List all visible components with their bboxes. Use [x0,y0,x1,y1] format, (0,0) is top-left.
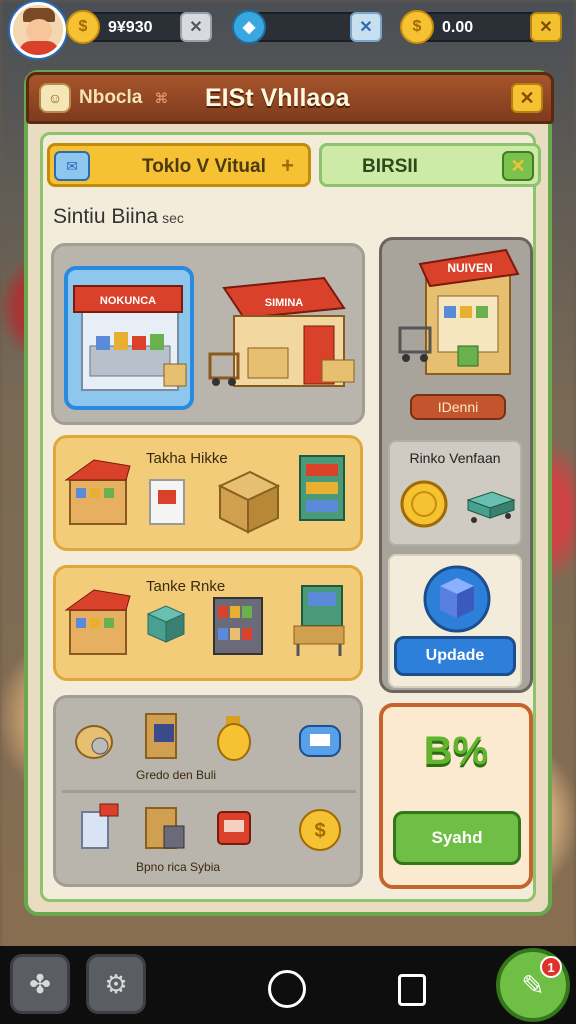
display-shelf-icon [299,455,345,521]
featured-shop-button[interactable]: IDenni [410,394,506,420]
vendor-info-card[interactable]: Rinko Venfaan [388,440,522,546]
red-package-icon[interactable] [212,806,256,850]
panel-title-left: ☺ Nbocla ⌘ [39,83,168,113]
tab-label: BIRSII [362,156,418,177]
bonus-percent-text: B% [423,729,489,773]
grid-divider [62,790,356,793]
cardboard-box-icon [217,470,281,534]
wrench-icon[interactable]: ✕ [180,12,212,42]
close-icon[interactable]: ✕ [502,151,534,181]
tab-label: Toklo V Vitual [142,156,266,177]
document-icon [149,479,185,525]
svg-text:$: $ [314,820,325,842]
storage-crate-icon[interactable] [140,802,190,856]
bottom-navigation: ✤ ⚙ ✎ 1 [0,946,576,1024]
bonus-card: B% Syahd [379,703,533,889]
recent-apps-button[interactable] [398,974,426,1006]
gold-medal-icon[interactable] [212,714,256,764]
stand-display-icon [293,585,345,656]
shelf-rack-icon [213,597,263,655]
market-stall-icon [64,459,131,525]
profile-icon: ☺ [39,83,71,113]
panel-content: ✉ Toklo V Vitual + BIRSII ✕ Sintiu Biina… [40,132,541,902]
section-title-small: sec [162,210,184,226]
delivery-cart-icon [466,491,516,523]
vendor-info-label: Rinko Venfaan [409,450,501,466]
section-title-text: Sintiu Biina [53,205,159,228]
shop-panel: ☺ Nbocla ⌘ EISt Vhllaoa ✕ ✉ Toklo V Vitu… [24,70,554,916]
grid-label-2: Bpno rica Sybia [136,860,221,874]
envelope-icon: ✉ [54,151,90,181]
shop-blue-item[interactable]: NOKUNCA [60,256,200,416]
gold-counter: $ 9¥930 ✕ [66,10,212,44]
resource-bar: $ 9¥930 ✕ ◆ ✕ $ 0.00 ✕ [0,0,576,60]
teal-box-icon [146,605,186,643]
puzzle-icon[interactable]: ✤ [10,954,70,1014]
panel-titlebar: ☺ Nbocla ⌘ EISt Vhllaoa ✕ [26,72,554,124]
panel-left-label: Nbocla [79,87,143,108]
settings-gear-icon[interactable]: ⚙ [86,954,146,1014]
product-card-2[interactable]: Tanke Rnke [53,565,363,681]
panel-title: EISt Vhllaoa [205,84,350,112]
market-stall-icon [64,589,131,655]
upgrade-button[interactable]: Updade [394,636,516,676]
panel-left-sub: ⌘ [154,89,169,106]
shop-selection-card: NOKUNCA SIMINA [51,243,365,425]
item-grid-card: Gredo den Buli $ Bpno rica Sybia [53,695,363,887]
section-title: Sintiu Biina sec [53,205,184,229]
product-card-1[interactable]: Takha Hikke [53,435,363,551]
home-button[interactable] [268,970,306,1008]
card-1-label: Takha Hikke [146,450,228,467]
gold-coin-icon: $ [66,10,100,44]
close-button[interactable]: ✕ [511,83,543,113]
chat-icon[interactable]: ✎ 1 [496,948,570,1022]
gold-value: 9¥930 [108,19,153,36]
upgrade-card: Updade [388,554,522,688]
gem-counter: ◆ ✕ [232,10,382,44]
cheese-wheel-icon[interactable] [72,718,116,762]
close-icon[interactable]: ✕ [530,12,562,42]
vending-machine-icon[interactable] [140,710,184,764]
shop1-sign: NOKUNCA [100,295,156,307]
notification-badge: 1 [540,956,562,978]
gold-coin-icon [400,480,448,528]
blue-gem-icon: ◆ [232,10,266,44]
featured-shop-sign: NUIVEN [447,261,492,275]
featured-shop-illustration: NUIVEN [398,248,520,375]
bonus-claim-button[interactable]: Syahd [393,811,521,865]
add-icon[interactable]: + [281,153,294,179]
tab-virtual-shop[interactable]: ✉ Toklo V Vitual + [47,143,311,187]
blue-cube-icon [423,565,491,633]
avatar-face [26,19,52,43]
cash-value: 0.00 [442,19,474,36]
avatar-shirt [19,41,59,55]
blue-ticket-icon[interactable] [294,720,344,764]
cash-counter: $ 0.00 ✕ [400,10,562,44]
shop2-sign: SIMINA [265,297,304,309]
shop-red-item[interactable]: SIMINA [204,268,364,418]
price-tag-icon[interactable] [76,802,120,856]
wrench-icon[interactable]: ✕ [350,12,382,42]
tab-secondary[interactable]: BIRSII ✕ [319,143,541,187]
gold-coin-icon: $ [400,10,434,44]
grid-label-1: Gredo den Buli [136,768,217,782]
player-avatar[interactable] [10,2,66,58]
featured-shop[interactable]: NUIVEN IDenni [386,244,526,436]
dollar-coin-icon[interactable]: $ [296,806,344,854]
featured-shop-column: NUIVEN IDenni Rinko Venfaan Updade [379,237,533,693]
